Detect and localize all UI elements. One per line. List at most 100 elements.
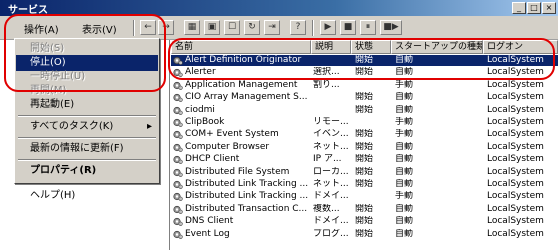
- cell-status: 開始: [355, 67, 374, 78]
- help-icon[interactable]: ?: [290, 20, 306, 35]
- table-row[interactable]: DHCP Client IP ア... 開始 自動 LocalSystem: [171, 154, 558, 165]
- menu-help[interactable]: ヘルプ(H): [16, 188, 156, 204]
- cell-name: Distributed Link Tracking ...: [185, 191, 309, 202]
- cell-startup: 自動: [395, 166, 414, 177]
- table-row[interactable]: Event Log ブログ... 開始 自動 LocalSystem: [171, 229, 558, 240]
- toolbar-separator-2: [312, 20, 314, 36]
- service-gear-icon: [173, 56, 183, 65]
- submenu-arrow-icon: ▸: [146, 121, 152, 132]
- col-description[interactable]: 説明: [311, 40, 351, 54]
- action-context-menu: 開始(S) 停止(O) 一時停止(U) 再開(M) 再起動(E) すべてのタスク…: [14, 38, 160, 184]
- cell-startup: 手動: [395, 117, 414, 127]
- cell-logon: LocalSystem: [487, 104, 544, 115]
- title-bar: サービス _ □ ×: [0, 0, 558, 16]
- table-row[interactable]: Distributed Transaction C... 複数... 開始 自動 Loc…: [171, 204, 558, 215]
- table-row[interactable]: Computer Browser ネット... 開始 自動 LocalSystem: [171, 142, 558, 153]
- service-gear-icon: [173, 93, 183, 103]
- minimize-button[interactable]: _: [512, 2, 526, 14]
- cell-name: Distributed Transaction C...: [185, 203, 308, 214]
- cell-logon: LocalSystem: [487, 154, 544, 165]
- cell-status: 開始: [355, 55, 374, 65]
- table-row[interactable]: DNS Client ドメイ... 開始 自動 LocalSystem: [171, 216, 558, 227]
- cell-name: DNS Client: [185, 216, 234, 227]
- cell-logon: LocalSystem: [487, 79, 544, 90]
- cell-logon: LocalSystem: [487, 92, 544, 103]
- service-gear-icon: [173, 118, 183, 127]
- service-gear-icon: [173, 217, 183, 227]
- table-row[interactable]: Alerter 選択... 開始 自動 LocalSystem: [171, 67, 558, 78]
- pause-service-button[interactable]: ⏸: [360, 20, 376, 35]
- cell-logon: LocalSystem: [487, 191, 544, 202]
- service-gear-icon: [173, 230, 183, 239]
- service-gear-icon: [173, 106, 183, 115]
- cell-startup: 自動: [395, 179, 414, 189]
- menu-all-tasks[interactable]: すべてのタスク(K) ▸: [16, 119, 158, 135]
- table-row[interactable]: Application Management 割り... 手動 LocalSystem: [171, 80, 558, 91]
- up-folder-icon[interactable]: ▦: [184, 20, 200, 35]
- service-gear-icon: [173, 143, 183, 152]
- cell-name: ClipBook: [185, 117, 225, 127]
- cell-status: 開始: [355, 129, 374, 140]
- cell-logon: LocalSystem: [487, 117, 544, 127]
- close-button[interactable]: ×: [542, 2, 556, 14]
- cell-logon: LocalSystem: [487, 203, 544, 214]
- cell-desc: ローカ...: [313, 166, 349, 177]
- cell-name: DHCP Client: [185, 154, 240, 165]
- cell-logon: LocalSystem: [487, 228, 544, 239]
- cell-desc: 選択...: [313, 67, 340, 78]
- cell-status: 開始: [355, 228, 374, 239]
- service-gear-icon: [173, 130, 183, 140]
- service-gear-icon: [173, 192, 183, 202]
- menu-refresh[interactable]: 最新の情報に更新(F): [16, 141, 158, 157]
- col-status[interactable]: 状態: [351, 40, 391, 54]
- cell-startup: 自動: [395, 228, 414, 239]
- refresh-icon[interactable]: ↻: [244, 20, 260, 35]
- cell-name: Alert Definition Originator: [185, 55, 302, 65]
- cell-name: COM+ Event System: [185, 129, 279, 140]
- list-header: 名前 説明 状態 スタートアップの種類 ログオン: [171, 40, 558, 54]
- table-row[interactable]: ciodmi 開始 自動 LocalSystem: [171, 105, 558, 116]
- cell-startup: 自動: [395, 55, 414, 65]
- table-row[interactable]: Distributed File System ローカ... 開始 自動 LocalSy…: [171, 167, 558, 178]
- table-row[interactable]: Distributed Link Tracking ... ドメイ... 手動 Loc…: [171, 191, 558, 202]
- back-button[interactable]: ←: [140, 20, 156, 35]
- cell-status: 開始: [355, 166, 374, 177]
- cell-name: Distributed Link Tracking ...: [185, 179, 309, 189]
- cell-name: Distributed File System: [185, 166, 290, 177]
- cell-desc: ブログ...: [313, 228, 349, 239]
- stop-service-button[interactable]: ■: [340, 20, 356, 35]
- cell-startup: 手動: [395, 129, 414, 140]
- table-row[interactable]: CIO Array Management S... 開始 自動 LocalSystem: [171, 92, 558, 103]
- menu-view[interactable]: 表示(V): [82, 21, 117, 36]
- menu-properties[interactable]: プロパティ(R): [16, 163, 158, 179]
- cell-desc: 複数...: [313, 203, 340, 214]
- cell-name: Alerter: [185, 67, 216, 78]
- cell-status: 開始: [355, 141, 374, 152]
- cell-startup: 自動: [395, 154, 414, 165]
- col-startup-type[interactable]: スタートアップの種類: [391, 40, 483, 54]
- col-name[interactable]: 名前: [171, 40, 311, 54]
- start-service-button[interactable]: ▶: [320, 20, 336, 35]
- forward-button[interactable]: →: [158, 20, 174, 35]
- menu-restart[interactable]: 再起動(E): [16, 97, 158, 113]
- table-row[interactable]: COM+ Event System イベン... 開始 手動 LocalSystem: [171, 129, 558, 140]
- cell-status: 開始: [355, 179, 374, 189]
- maximize-button[interactable]: □: [527, 2, 541, 14]
- menu-separator: [18, 137, 156, 139]
- menu-separator: [18, 159, 156, 161]
- col-logon[interactable]: ログオン: [483, 40, 558, 54]
- table-row[interactable]: ClipBook リモー... 手動 LocalSystem: [171, 117, 558, 128]
- table-row[interactable]: Alert Definition Originator 開始 自動 LocalSyst…: [171, 55, 558, 66]
- cell-desc: ネット...: [313, 141, 349, 152]
- menu-action[interactable]: 操作(A): [24, 21, 59, 36]
- cell-logon: LocalSystem: [487, 141, 544, 152]
- cell-logon: LocalSystem: [487, 55, 544, 65]
- export-list-icon[interactable]: ⇥: [264, 20, 280, 35]
- show-tree-icon[interactable]: ▣: [204, 20, 220, 35]
- table-row[interactable]: Distributed Link Tracking ... ネット... 開始 自動 L…: [171, 179, 558, 190]
- cell-status: 開始: [355, 216, 374, 227]
- service-gear-icon: [173, 168, 183, 177]
- services-list: 名前 説明 状態 スタートアップの種類 ログオン Alert Definitio…: [171, 40, 558, 250]
- restart-service-button[interactable]: ■▶: [380, 20, 402, 35]
- properties-icon[interactable]: ☐: [224, 20, 240, 35]
